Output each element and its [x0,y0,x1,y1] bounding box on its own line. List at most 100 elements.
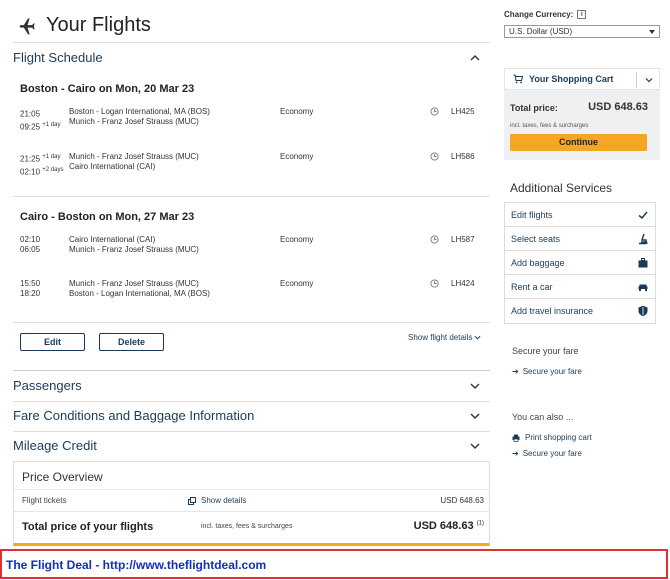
chevron-down-icon[interactable] [470,411,480,421]
total-price-value: USD 648.63 (1) [413,520,484,532]
segment-times: 21:05 09:25 +1 day [20,109,61,132]
flight-number: LH587 [451,235,475,244]
service-add-travel-insurance[interactable]: Add travel insurance [505,299,655,323]
you-can-also-title: You can also ... [512,412,574,422]
popup-icon [188,496,196,505]
flight-segment: 21:05 09:25 +1 day Boston - Logan Intern… [20,107,480,131]
show-details-link[interactable]: Show details [188,496,246,505]
flight-number: LH425 [451,107,475,116]
chevron-down-icon[interactable] [470,381,480,391]
divider [13,322,490,323]
cart-total-value: USD 648.63 [588,101,648,113]
chevron-down-icon[interactable] [645,76,653,84]
secure-fare-title: Secure your fare [512,346,579,356]
segment-airports: Munich - Franz Josef Strauss (MUC) Cairo… [69,152,199,171]
secure-fare-link[interactable]: ➔ Secure your fare [512,367,582,376]
chevron-down-icon [474,335,481,340]
link-label[interactable]: Secure your fare [523,449,582,458]
arrow-right-icon: ➔ [512,449,519,458]
clock-icon [430,235,439,244]
service-label: Add baggage [511,257,565,268]
chevron-down-icon[interactable] [470,441,480,451]
currency-label: Change Currency: i [504,10,587,19]
clock-icon [430,279,439,288]
cart-title: Your Shopping Cart [529,74,614,84]
flight-tickets-row: Flight tickets Show details USD 648.63 [22,496,484,508]
segment-times: 21:25 +1 day 02:10 +2 days [20,154,64,177]
flight-segment: 15:50 18:20 Munich - Franz Josef Strauss… [20,279,480,303]
shopping-cart: Your Shopping Cart Total price: USD 648.… [504,68,660,160]
show-flight-details-link[interactable]: Show flight details [408,333,481,342]
currency-select[interactable]: U.S. Dollar (USD) [504,25,660,38]
total-price-incl: incl. taxes, fees & surcharges [201,523,293,530]
service-select-seats[interactable]: Select seats [505,227,655,251]
passengers-header[interactable]: Passengers [13,378,490,393]
segment-times: 15:50 18:20 [20,279,41,298]
edit-button[interactable]: Edit [20,333,85,351]
divider [13,42,490,43]
service-rent-a-car[interactable]: Rent a car [505,275,655,299]
service-label: Select seats [511,233,561,244]
link-label[interactable]: Secure your fare [523,367,582,376]
fare-conditions-header[interactable]: Fare Conditions and Baggage Information [13,408,490,423]
dropdown-arrow-icon [649,30,655,34]
delete-button[interactable]: Delete [99,333,164,351]
segment-airports: Cairo International (CAI) Munich - Franz… [69,235,199,254]
section-title: Passengers [13,378,82,393]
secure-fare-link[interactable]: ➔ Secure your fare [512,449,582,458]
watermark-banner: The Flight Deal - http://www.theflightde… [0,549,668,579]
journey-route: Cairo - Boston on Mon, 27 Mar 23 [20,211,195,223]
shopping-cart-header[interactable]: Your Shopping Cart [504,68,660,90]
flight-segment: 02:10 06:05 Cairo International (CAI) Mu… [20,235,480,259]
additional-services-list: Edit flights Select seats Add baggage Re… [504,202,656,324]
flight-tickets-label: Flight tickets [22,496,67,505]
cart-total-label: Total price: [510,103,558,113]
cabin-class: Economy [280,235,314,244]
info-icon[interactable]: i [577,10,587,19]
seat-icon [639,233,648,244]
segment-airports: Munich - Franz Josef Strauss (MUC) Bosto… [69,279,210,298]
price-overview: Price Overview Flight tickets Show detai… [13,461,490,546]
check-icon [638,211,648,219]
divider [14,489,489,490]
arrow-right-icon: ➔ [512,367,519,376]
section-title: Fare Conditions and Baggage Information [13,408,255,423]
service-label: Rent a car [511,281,553,292]
divider [13,401,490,402]
price-overview-title: Price Overview [22,470,103,484]
total-price-label: Total price of your flights [22,521,154,533]
section-title: Flight Schedule [13,50,103,65]
cabin-class: Economy [280,279,314,288]
service-add-baggage[interactable]: Add baggage [505,251,655,275]
flight-schedule-header[interactable]: Flight Schedule [13,50,490,65]
mileage-credit-header[interactable]: Mileage Credit [13,438,490,453]
continue-button[interactable]: Continue [510,134,647,151]
flight-number: LH586 [451,152,475,161]
divider [13,196,490,197]
flight-number: LH424 [451,279,475,288]
journey-route: Boston - Cairo on Mon, 20 Mar 23 [20,83,195,95]
link-label[interactable]: Print shopping cart [525,433,592,442]
chevron-up-icon[interactable] [470,53,480,63]
show-flight-details-label[interactable]: Show flight details [408,333,472,342]
show-details-label[interactable]: Show details [201,496,246,505]
divider [13,370,490,371]
additional-services-title: Additional Services [510,181,613,195]
segment-airports: Boston - Logan International, MA (BOS) M… [69,107,210,126]
airplane-icon [19,18,35,34]
baggage-icon [638,257,648,267]
cabin-class: Economy [280,152,314,161]
cart-total-incl: incl. taxes, fees & surcharges [510,123,589,129]
flight-tickets-value: USD 648.63 [440,496,484,505]
service-label: Edit flights [511,209,553,220]
divider [14,511,489,512]
shield-icon [638,305,648,317]
cabin-class: Economy [280,107,314,116]
total-price-row: Total price of your flights incl. taxes,… [22,520,484,536]
service-label: Add travel insurance [511,306,594,316]
service-edit-flights[interactable]: Edit flights [505,203,655,227]
car-icon [638,284,648,291]
print-cart-link[interactable]: Print shopping cart [512,433,592,442]
page-title: Your Flights [46,14,151,36]
printer-icon [512,434,520,442]
